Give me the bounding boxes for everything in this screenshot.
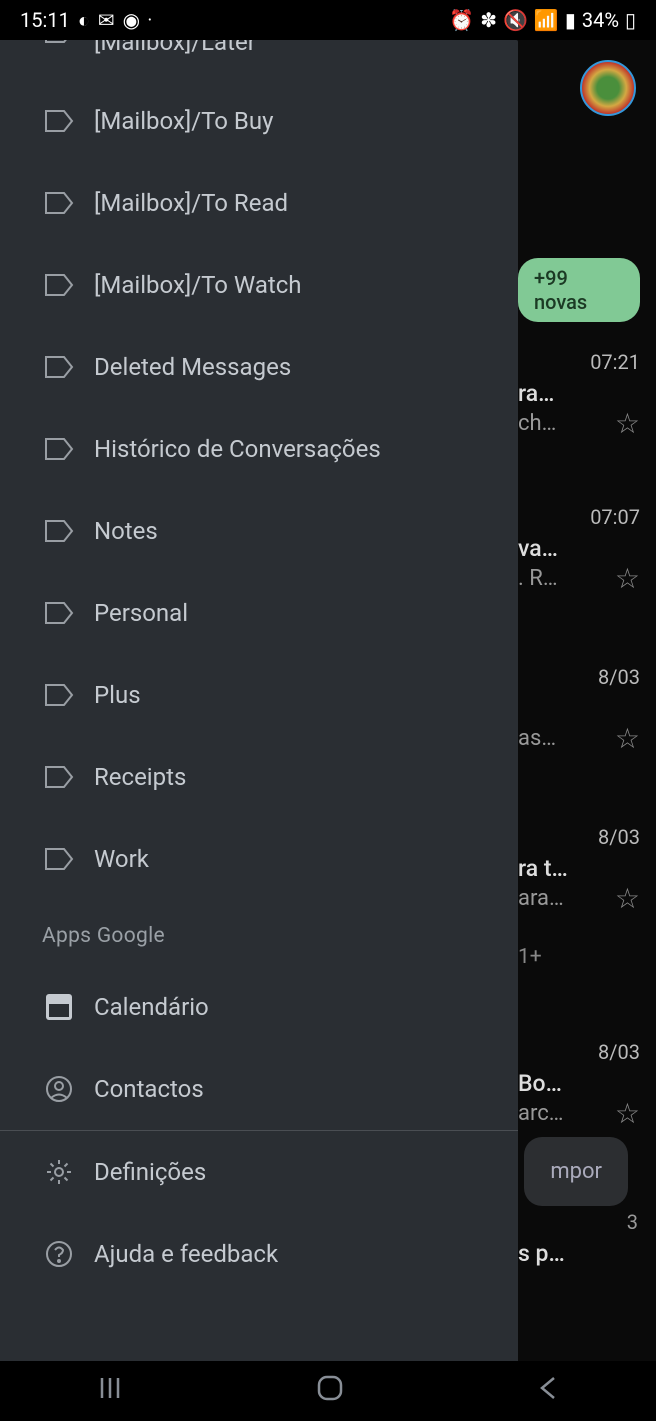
email-preview: arc…: [518, 1101, 563, 1126]
label-icon: [16, 109, 76, 133]
wifi-icon: 📶: [534, 8, 559, 32]
status-icon-2: ◉: [123, 8, 140, 32]
settings-item[interactable]: Definições: [0, 1131, 518, 1213]
label-item-to-read[interactable]: [Mailbox]/To Read: [0, 162, 518, 244]
label-icon: [16, 847, 76, 871]
label-icon: [16, 765, 76, 789]
email-time: 8/03: [518, 665, 640, 695]
status-dot-icon: •: [148, 15, 151, 26]
contacts-icon: [16, 1074, 76, 1104]
label-item-receipts[interactable]: Receipts: [0, 736, 518, 818]
compose-button[interactable]: mpor: [524, 1137, 628, 1206]
profile-avatar[interactable]: [580, 60, 636, 116]
email-time: 8/03: [518, 825, 640, 855]
label-text: [Mailbox]/To Buy: [94, 107, 273, 135]
label-item-to-buy[interactable]: [Mailbox]/To Buy: [0, 80, 518, 162]
status-right: ⏰ ✽ 🔇 📶 ▮ 34% ▯: [449, 8, 636, 32]
status-icon-1: ◐: [78, 8, 90, 33]
label-icon: [16, 683, 76, 707]
back-button[interactable]: [536, 1374, 560, 1409]
email-date-partial: 3: [627, 1210, 638, 1234]
gear-icon: [16, 1157, 76, 1187]
app-item-contacts[interactable]: Contactos: [0, 1048, 518, 1130]
alarm-icon: ⏰: [449, 8, 474, 32]
status-bar: 15:11 ◐ ✉ ◉ • ⏰ ✽ 🔇 📶 ▮ 34% ▯: [0, 0, 656, 40]
bluetooth-icon: ✽: [480, 8, 497, 32]
label-icon: [16, 601, 76, 625]
email-item[interactable]: 8/03 ra t… ara… ☆: [518, 825, 640, 915]
email-item[interactable]: 07:07 va… . R… ☆: [518, 505, 640, 595]
label-item-deleted[interactable]: Deleted Messages: [0, 326, 518, 408]
thread-count: 1+: [518, 945, 640, 969]
section-apps-google: Apps Google: [0, 900, 518, 966]
label-icon: [16, 437, 76, 461]
help-icon: [16, 1239, 76, 1269]
status-left: 15:11 ◐ ✉ ◉ •: [20, 8, 152, 33]
android-nav-bar: [0, 1361, 656, 1421]
star-icon[interactable]: ☆: [615, 407, 640, 440]
label-icon: [16, 40, 76, 44]
email-list-background: +99 novas 07:21 ra… ch… ☆ 07:07 va… . R… ☆…: [518, 40, 656, 1361]
email-item[interactable]: 07:21 ra… ch… ☆: [518, 350, 640, 440]
app-label: Contactos: [94, 1075, 204, 1103]
email-preview: . R…: [518, 566, 558, 591]
email-time: 07:21: [518, 350, 640, 380]
label-text: Deleted Messages: [94, 353, 291, 381]
label-item-work[interactable]: Work: [0, 818, 518, 900]
home-button[interactable]: [315, 1373, 345, 1410]
label-item-to-watch[interactable]: [Mailbox]/To Watch: [0, 244, 518, 326]
star-icon[interactable]: ☆: [615, 562, 640, 595]
email-preview: ch…: [518, 411, 556, 436]
label-item-notes[interactable]: Notes: [0, 490, 518, 572]
label-text: [Mailbox]/To Watch: [94, 271, 302, 299]
email-sender: [518, 695, 640, 722]
label-item-personal[interactable]: Personal: [0, 572, 518, 654]
label-icon: [16, 519, 76, 543]
label-text: Work: [94, 845, 149, 873]
email-preview: as…: [518, 726, 556, 751]
navigation-drawer: [Mailbox]/Later [Mailbox]/To Buy [Mailbo…: [0, 40, 518, 1361]
email-sender: va…: [518, 535, 640, 562]
help-item[interactable]: Ajuda e feedback: [0, 1213, 518, 1295]
label-item-historico[interactable]: Histórico de Conversações: [0, 408, 518, 490]
mute-icon: 🔇: [503, 8, 528, 32]
label-icon: [16, 191, 76, 215]
status-time: 15:11: [20, 8, 70, 32]
label-icon: [16, 273, 76, 297]
star-icon[interactable]: ☆: [615, 722, 640, 755]
label-item-plus[interactable]: Plus: [0, 654, 518, 736]
email-item[interactable]: 8/03 Bo… arc… ☆: [518, 1040, 640, 1130]
settings-label: Definições: [94, 1158, 206, 1186]
email-preview: ara…: [518, 886, 564, 911]
calendar-icon: [16, 992, 76, 1022]
email-sender-partial: s p…: [518, 1240, 565, 1267]
email-sender: ra…: [518, 380, 640, 407]
email-sender: ra t…: [518, 855, 640, 882]
label-text: Receipts: [94, 763, 186, 791]
email-item[interactable]: 8/03 as… ☆: [518, 665, 640, 755]
label-text: Plus: [94, 681, 141, 709]
label-text: Personal: [94, 599, 188, 627]
recents-button[interactable]: [96, 1374, 124, 1409]
help-label: Ajuda e feedback: [94, 1240, 278, 1268]
app-item-calendar[interactable]: Calendário: [0, 966, 518, 1048]
app-label: Calendário: [94, 993, 209, 1021]
star-icon[interactable]: ☆: [615, 882, 640, 915]
star-icon[interactable]: ☆: [615, 1097, 640, 1130]
label-icon: [16, 355, 76, 379]
label-text: Notes: [94, 517, 158, 545]
label-text: Histórico de Conversações: [94, 435, 381, 463]
email-sender: Bo…: [518, 1070, 640, 1097]
battery-text: 34%: [582, 8, 619, 32]
mail-icon: ✉: [98, 8, 115, 32]
label-item-later[interactable]: [Mailbox]/Later: [0, 40, 518, 80]
signal-icon: ▮: [565, 8, 576, 32]
label-text: [Mailbox]/Later: [94, 40, 256, 56]
email-time: 8/03: [518, 1040, 640, 1070]
label-text: [Mailbox]/To Read: [94, 189, 288, 217]
new-messages-badge[interactable]: +99 novas: [518, 258, 640, 322]
email-time: 07:07: [518, 505, 640, 535]
battery-icon: ▯: [625, 8, 636, 32]
